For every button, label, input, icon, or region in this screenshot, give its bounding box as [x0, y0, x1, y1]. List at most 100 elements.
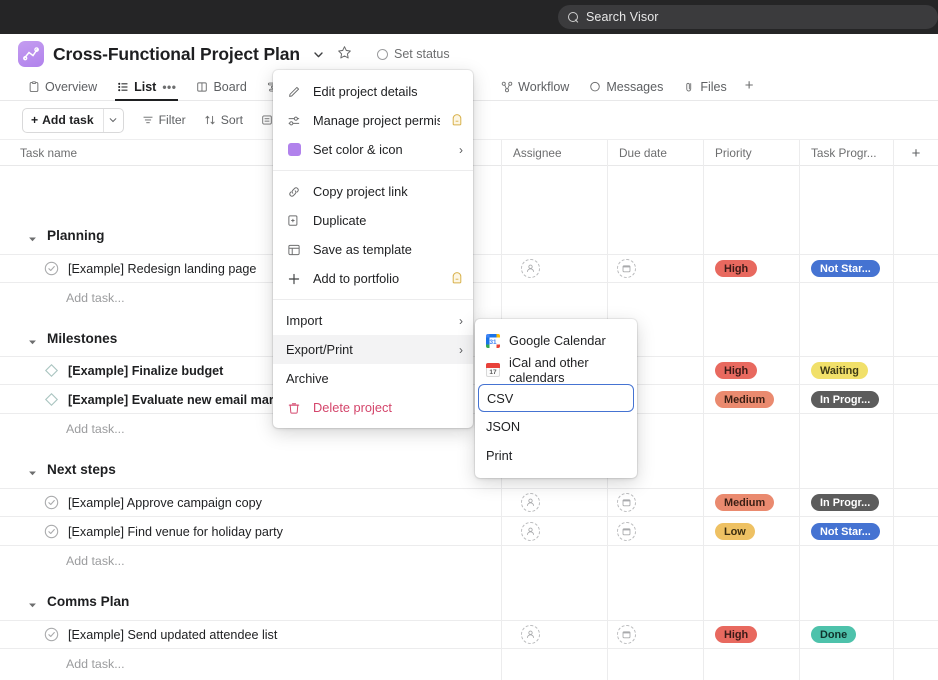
submenu-item-json[interactable]: JSON: [475, 412, 637, 441]
assignee-placeholder[interactable]: [521, 493, 540, 512]
table-row[interactable]: [Example] Send updated attendee list Hig…: [0, 620, 938, 649]
status-badge[interactable]: In Progr...: [811, 391, 880, 408]
due-date-placeholder[interactable]: [617, 493, 636, 512]
search-input[interactable]: Search Visor: [558, 5, 938, 29]
section-header-comms-plan[interactable]: Comms Plan: [0, 586, 938, 616]
chevron-down-icon[interactable]: [28, 597, 37, 607]
task-name-cell[interactable]: [Example] Evaluate new email marketin: [0, 385, 303, 414]
due-date-placeholder[interactable]: [617, 259, 636, 278]
sort-button[interactable]: Sort: [204, 113, 243, 127]
submenu-item-ical[interactable]: 17 iCal and other calendars: [475, 355, 637, 385]
status-badge[interactable]: Waiting: [811, 362, 868, 379]
status-badge[interactable]: In Progr...: [811, 494, 880, 511]
column-header-task-progress[interactable]: Task Progr...: [799, 140, 893, 166]
task-name-cell[interactable]: [Example] Approve campaign copy: [0, 488, 262, 517]
check-circle-icon[interactable]: [44, 495, 59, 510]
section-title: Comms Plan: [47, 593, 130, 609]
add-task-inline-comms-plan[interactable]: Add task...: [0, 649, 938, 678]
menu-divider: [273, 299, 473, 300]
browser-top-bar: Search Visor: [0, 0, 938, 34]
star-icon[interactable]: [337, 45, 355, 63]
calendar-icon: [622, 265, 631, 273]
priority-badge[interactable]: Low: [715, 523, 755, 540]
status-badge[interactable]: Done: [811, 626, 857, 643]
menu-item-archive[interactable]: Archive: [273, 364, 473, 393]
priority-badge[interactable]: High: [715, 626, 758, 643]
ical-day-number: 17: [489, 368, 497, 376]
menu-item-set-color-and-icon[interactable]: Set color & icon ›: [273, 135, 473, 164]
tab-overview[interactable]: Overview: [18, 80, 107, 100]
column-header-assignee[interactable]: Assignee: [501, 140, 607, 166]
sliders-icon: [286, 114, 302, 128]
section-title: Next steps: [47, 461, 116, 477]
menu-item-edit-project-details[interactable]: Edit project details: [273, 77, 473, 106]
check-circle-icon[interactable]: [44, 261, 59, 276]
check-circle-icon[interactable]: [44, 627, 59, 642]
status-badge[interactable]: Not Star...: [811, 523, 880, 540]
menu-item-add-to-portfolio[interactable]: Add to portfolio: [273, 264, 473, 293]
add-task-label: Add task: [42, 113, 94, 127]
google-calendar-icon: 31: [486, 333, 500, 348]
task-name-cell[interactable]: [Example] Redesign landing page: [0, 254, 256, 283]
project-header: Cross-Functional Project Plan Set status: [0, 34, 938, 74]
color-swatch-icon: [286, 143, 302, 156]
column-header-due-date[interactable]: Due date: [607, 140, 703, 166]
tab-label: Overview: [45, 80, 98, 94]
table-row[interactable]: [Example] Approve campaign copy Medium I…: [0, 488, 938, 517]
add-tab-button[interactable]: +: [737, 77, 764, 100]
task-name-label: [Example] Send updated attendee list: [68, 627, 278, 642]
column-header-priority[interactable]: Priority: [703, 140, 799, 166]
add-task-main[interactable]: + Add task: [23, 109, 103, 132]
priority-badge[interactable]: High: [715, 260, 758, 277]
chevron-down-icon[interactable]: [28, 231, 37, 241]
diamond-icon[interactable]: [44, 363, 59, 378]
chevron-down-icon[interactable]: [28, 465, 37, 475]
priority-badge[interactable]: Medium: [715, 494, 775, 511]
menu-item-label: Delete project: [313, 400, 392, 415]
status-badge[interactable]: Not Star...: [811, 260, 880, 277]
chevron-down-icon[interactable]: [309, 45, 327, 63]
tab-board[interactable]: Board: [186, 80, 256, 100]
submenu-item-csv[interactable]: CSV: [478, 384, 634, 412]
menu-item-save-as-template[interactable]: Save as template: [273, 235, 473, 264]
menu-item-copy-project-link[interactable]: Copy project link: [273, 177, 473, 206]
tab-messages[interactable]: Messages: [579, 80, 673, 100]
set-status-button[interactable]: Set status: [377, 47, 450, 61]
template-icon: [286, 243, 302, 257]
add-task-dropdown[interactable]: [102, 108, 123, 132]
task-name-cell[interactable]: [Example] Finalize budget: [0, 356, 223, 385]
task-name-cell[interactable]: [Example] Find venue for holiday party: [0, 517, 283, 546]
menu-item-duplicate[interactable]: Duplicate: [273, 206, 473, 235]
assignee-placeholder[interactable]: [521, 522, 540, 541]
app-root: Search Visor Cross-Functional Project Pl…: [0, 0, 938, 680]
table-row[interactable]: [Example] Find venue for holiday party L…: [0, 517, 938, 546]
section-header-next-steps[interactable]: Next steps: [0, 454, 938, 484]
assignee-placeholder[interactable]: [521, 625, 540, 644]
priority-badge[interactable]: High: [715, 362, 758, 379]
chevron-down-icon[interactable]: [28, 334, 37, 344]
menu-item-export-print[interactable]: Export/Print ›: [273, 335, 473, 364]
submenu-item-google-calendar[interactable]: 31 Google Calendar: [475, 326, 637, 355]
task-name-cell[interactable]: [Example] Send updated attendee list: [0, 620, 277, 649]
due-date-placeholder[interactable]: [617, 522, 636, 541]
tab-workflow[interactable]: Workflow: [491, 80, 579, 100]
menu-item-manage-project-permissions[interactable]: Manage project permissions: [273, 106, 473, 135]
priority-badge[interactable]: Medium: [715, 391, 775, 408]
add-task-inline-next-steps[interactable]: Add task...: [0, 546, 938, 575]
assignee-placeholder[interactable]: [521, 259, 540, 278]
add-column-button[interactable]: +: [893, 140, 938, 166]
tab-overflow-icon[interactable]: •••: [162, 80, 176, 94]
submenu-item-print[interactable]: Print: [475, 441, 637, 470]
task-name-label: [Example] Finalize budget: [68, 363, 224, 378]
filter-button[interactable]: Filter: [142, 113, 186, 127]
tab-files[interactable]: Files: [673, 80, 736, 100]
menu-item-import[interactable]: Import ›: [273, 306, 473, 335]
due-date-placeholder[interactable]: [617, 625, 636, 644]
tab-list[interactable]: List •••: [107, 80, 186, 101]
menu-item-delete-project[interactable]: Delete project: [273, 393, 473, 422]
add-task-button[interactable]: + Add task: [22, 107, 124, 133]
check-circle-icon[interactable]: [44, 524, 59, 539]
project-context-menu: Edit project details Manage project perm…: [273, 70, 473, 428]
person-icon: [526, 630, 535, 638]
diamond-icon[interactable]: [44, 392, 59, 407]
